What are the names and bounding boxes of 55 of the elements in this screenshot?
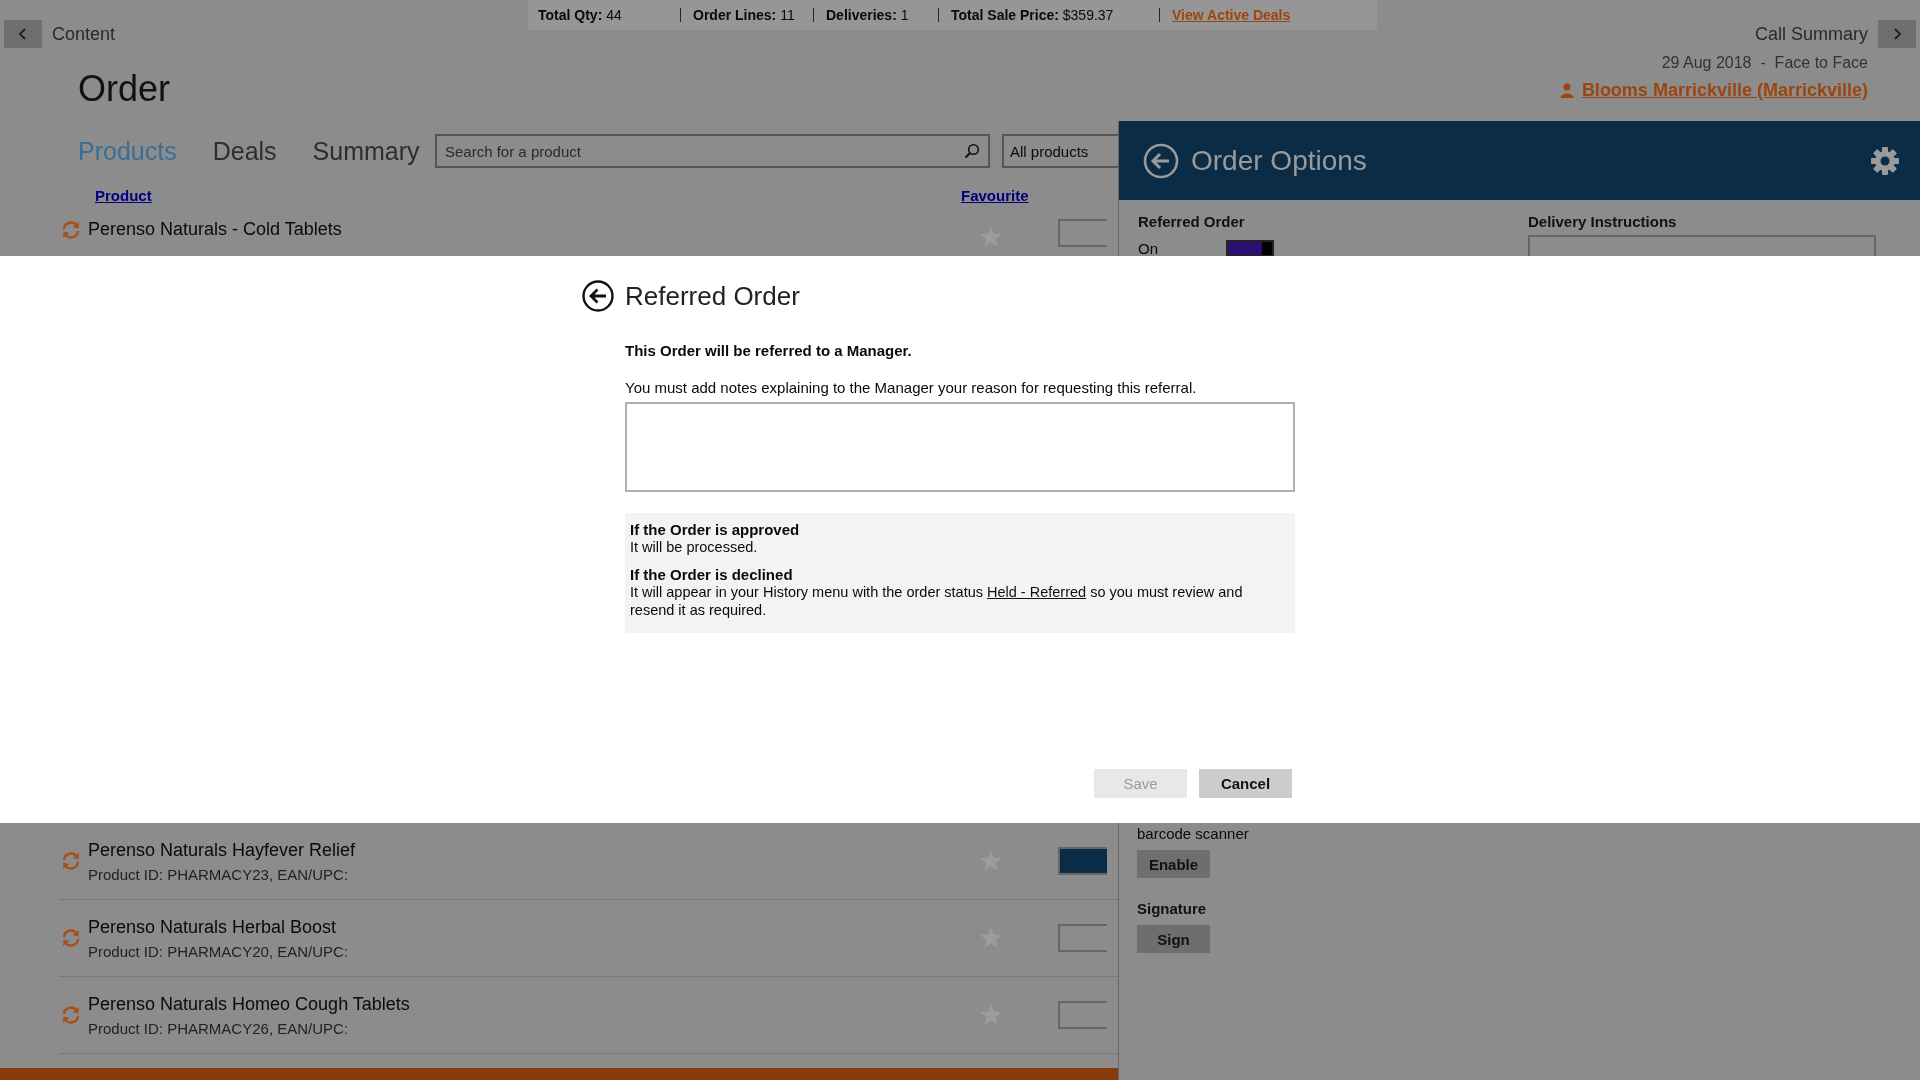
- product-name: Perenso Naturals Herbal Boost: [88, 916, 338, 938]
- summary-stat: Total Qty: 44: [538, 7, 622, 23]
- status-link[interactable]: Held - Referred: [987, 584, 1087, 600]
- tab[interactable]: Deals: [212, 136, 277, 166]
- chevron-left-icon: [17, 28, 29, 40]
- product-name: Perenso Naturals Hayfever Relief: [88, 839, 357, 861]
- search-field[interactable]: Search for a product: [435, 134, 990, 168]
- back-button[interactable]: [4, 20, 42, 48]
- forward-label[interactable]: Call Summary: [1754, 23, 1868, 45]
- enable-button[interactable]: Enable: [1137, 850, 1210, 878]
- view-deals-link[interactable]: View Active Deals: [1172, 7, 1291, 23]
- panel-title: Order Options: [1191, 144, 1368, 177]
- field-label: Referred Order: [1138, 213, 1246, 230]
- field-label: Delivery Instructions: [1528, 213, 1678, 230]
- sync-icon: [60, 850, 82, 872]
- quantity-box[interactable]: [1058, 924, 1107, 952]
- outcome-text: It will appear in your History menu with the order status Held - Referred so you must review and resend it as required.: [630, 583, 1244, 619]
- outcome-text: It will be processed.: [630, 538, 759, 556]
- dialog-title: Referred Order: [625, 280, 800, 312]
- chevron-right-icon: [1891, 28, 1903, 40]
- referred-toggle[interactable]: [1226, 240, 1274, 256]
- toggle-state: On: [1138, 240, 1159, 256]
- product-id: Product ID: PHARMACY23, EAN/UPC:: [88, 865, 350, 883]
- product-id: Product ID: PHARMACY20, EAN/UPC:: [88, 942, 350, 960]
- field-label: Signature: [1137, 900, 1208, 917]
- forward-button[interactable]: [1878, 20, 1916, 48]
- sync-icon: [60, 219, 82, 241]
- sync-icon: [60, 1004, 82, 1026]
- search-icon: [964, 143, 980, 159]
- person-icon: [1559, 83, 1574, 98]
- summary-stat: Order Lines: 11: [693, 7, 795, 23]
- summary-stat: Total Sale Price: $359.37: [951, 7, 1114, 23]
- dialog-message: This Order will be referred to a Manager.: [625, 342, 913, 359]
- visit-info: 29 Aug 2018 - Face to Face: [1661, 54, 1868, 72]
- product-name: Perenso Naturals - Cold Tablets: [88, 219, 343, 240]
- field-label: barcode scanner: [1137, 825, 1250, 842]
- sync-icon: [60, 927, 82, 949]
- outcome-heading: If the Order is approved: [630, 521, 801, 538]
- dialog-instruction: You must add notes explaining to the Manager your reason for requesting this referral.: [625, 379, 1198, 396]
- outcome-heading: If the Order is declined: [630, 566, 794, 583]
- settings-icon[interactable]: [1870, 145, 1900, 176]
- tab[interactable]: Summary: [312, 136, 420, 166]
- column-header[interactable]: Favourite: [961, 187, 1029, 204]
- product-id: Product ID: PHARMACY26, EAN/UPC:: [88, 1019, 350, 1037]
- quantity-box[interactable]: [1058, 219, 1107, 247]
- back-label[interactable]: Content: [52, 23, 116, 45]
- product-name: Perenso Naturals Homeo Cough Tablets: [88, 993, 411, 1015]
- summary-stat: Deliveries: 1: [826, 7, 909, 23]
- quantity-box[interactable]: [1058, 1001, 1107, 1029]
- page-title: Order: [78, 68, 172, 110]
- sign-button[interactable]: Sign: [1137, 925, 1210, 953]
- column-header[interactable]: Product: [95, 187, 152, 204]
- dialog-button[interactable]: Cancel: [1199, 769, 1292, 798]
- notes-field[interactable]: [625, 402, 1295, 492]
- quantity-box[interactable]: [1058, 847, 1107, 875]
